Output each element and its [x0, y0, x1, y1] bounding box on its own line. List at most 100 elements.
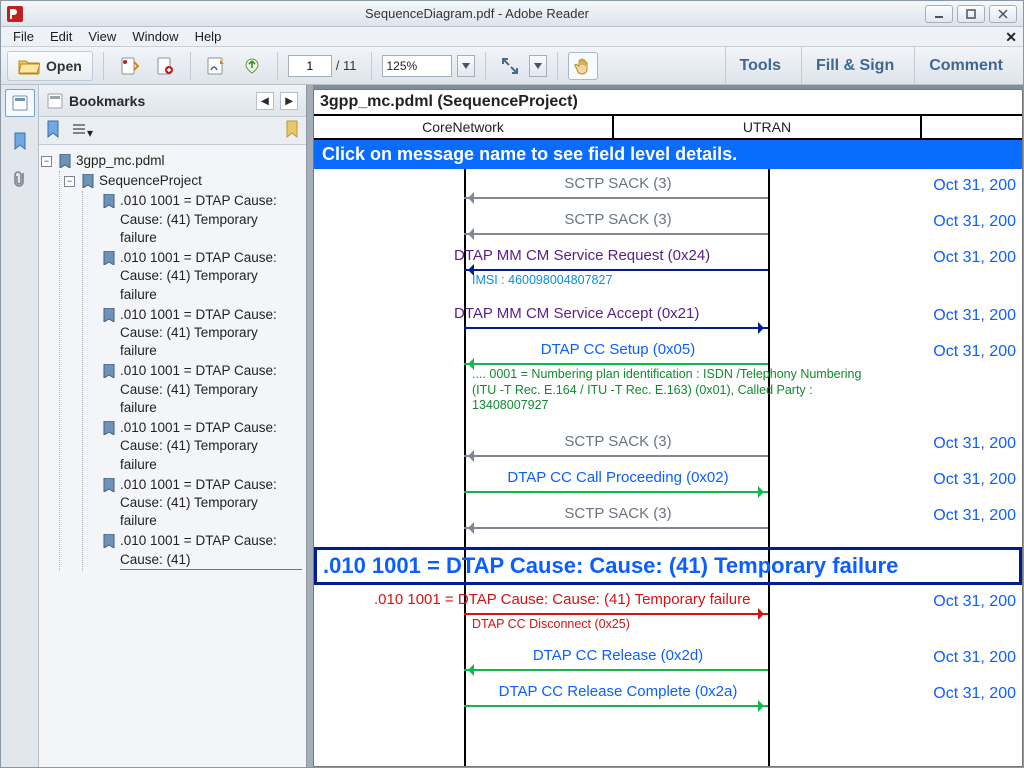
message-label[interactable]: DTAP CC Setup (0x05) — [474, 341, 762, 358]
minimize-button[interactable] — [925, 5, 953, 23]
document-viewport[interactable]: 3gpp_mc.pdml (SequenceProject) CoreNetwo… — [313, 85, 1023, 767]
fit-dropdown-button[interactable] — [529, 55, 547, 77]
bookmark-icon — [102, 364, 116, 378]
bookmark-settings-icon[interactable]: ▾ — [71, 121, 93, 140]
bookmarks-rail-button[interactable] — [5, 127, 35, 155]
sequence-area: SCTP SACK (3) Oct 31, 200 SCTP SACK (3) Oct… — [314, 169, 1022, 766]
tools-pane-button[interactable]: Tools — [725, 47, 795, 85]
message-timestamp: Oct 31, 200 — [933, 685, 1016, 703]
zoom-dropdown-button[interactable] — [457, 55, 475, 77]
export-pdf-button[interactable] — [114, 52, 144, 80]
menu-edit[interactable]: Edit — [42, 27, 80, 46]
message-arrow — [464, 669, 768, 671]
open-button[interactable]: Open — [7, 51, 93, 81]
menu-help[interactable]: Help — [187, 27, 230, 46]
zoom-select[interactable]: 125% — [382, 55, 452, 77]
message-label[interactable]: SCTP SACK (3) — [474, 175, 762, 192]
message-arrow — [464, 327, 768, 329]
adobe-reader-icon — [7, 6, 23, 22]
info-banner: Click on message name to see field level… — [314, 140, 1022, 169]
separator — [485, 52, 486, 80]
fit-page-button[interactable] — [496, 52, 524, 80]
titlebar: SequenceDiagram.pdf - Adobe Reader — [1, 1, 1023, 27]
message-label[interactable]: SCTP SACK (3) — [474, 211, 762, 228]
bookmark-icon — [102, 478, 116, 492]
message-label[interactable]: DTAP CC Release Complete (0x2a) — [474, 683, 762, 700]
bookmark-icon — [102, 251, 116, 265]
message-arrow — [464, 269, 768, 271]
pdf-page: 3gpp_mc.pdml (SequenceProject) CoreNetwo… — [313, 89, 1023, 767]
bookmarks-tree[interactable]: − 3gpp_mc.pdml − SequenceProject — [39, 145, 306, 767]
bookmark-icon — [102, 308, 116, 322]
attachments-rail-button[interactable] — [5, 165, 35, 193]
message-arrow — [464, 455, 768, 457]
bookmarks-icon — [47, 93, 63, 109]
bookmark-icon — [102, 421, 116, 435]
page-number-input[interactable] — [288, 55, 332, 77]
message-label[interactable]: DTAP MM CM Service Request (0x24) — [454, 247, 762, 264]
message-label[interactable]: SCTP SACK (3) — [474, 433, 762, 450]
tree-project-label[interactable]: SequenceProject — [99, 172, 202, 190]
message-timestamp: Oct 31, 200 — [933, 307, 1016, 325]
bookmarks-header: Bookmarks ◂ ▸ — [39, 85, 306, 117]
expand-toggle[interactable]: − — [41, 156, 52, 167]
bookmark-icon — [102, 194, 116, 208]
tree-leaf-label[interactable]: .010 1001 = DTAP Cause: Cause: (41) Temp… — [120, 249, 302, 304]
maximize-button[interactable] — [957, 5, 985, 23]
panel-collapse-button[interactable]: ▸ — [280, 92, 298, 110]
share-button[interactable] — [237, 52, 267, 80]
message-timestamp: Oct 31, 200 — [933, 435, 1016, 453]
hand-tool-button[interactable] — [568, 52, 598, 80]
tree-leaf-label[interactable]: .010 1001 = DTAP Cause: Cause: (41) Temp… — [120, 192, 302, 247]
tree-leaf-label[interactable]: .010 1001 = DTAP Cause: Cause: (41) Temp… — [120, 476, 302, 531]
lane-utran: UTRAN — [614, 116, 922, 138]
bookmark-find-icon[interactable] — [284, 120, 300, 141]
sign-button[interactable] — [201, 52, 231, 80]
message-label[interactable]: DTAP CC Release (0x2d) — [474, 647, 762, 664]
bookmark-icon — [58, 154, 72, 168]
lane-core: CoreNetwork — [314, 116, 614, 138]
message-timestamp: Oct 31, 200 — [933, 593, 1016, 611]
message-timestamp: Oct 31, 200 — [933, 507, 1016, 525]
message-label[interactable]: SCTP SACK (3) — [474, 505, 762, 522]
close-button[interactable] — [989, 5, 1017, 23]
separator — [277, 52, 278, 80]
message-timestamp: Oct 31, 200 — [933, 213, 1016, 231]
separator — [371, 52, 372, 80]
highlight-banner: .010 1001 = DTAP Cause: Cause: (41) Temp… — [314, 547, 1022, 585]
separator — [190, 52, 191, 80]
tree-leaf-label[interactable]: .010 1001 = DTAP Cause: Cause: (41) Temp… — [120, 362, 302, 417]
separator — [557, 52, 558, 80]
bookmarks-title: Bookmarks — [69, 93, 145, 109]
message-detail: IMSI : 460098004807827 — [472, 273, 882, 289]
thumbnails-rail-button[interactable] — [5, 89, 35, 117]
menu-window[interactable]: Window — [124, 27, 186, 46]
document-close-button[interactable]: ✕ — [1005, 29, 1017, 46]
fill-sign-pane-button[interactable]: Fill & Sign — [801, 47, 908, 85]
message-label[interactable]: .010 1001 = DTAP Cause: Cause: (41) Temp… — [374, 591, 902, 608]
panel-prev-button[interactable]: ◂ — [256, 92, 274, 110]
menu-file[interactable]: File — [5, 27, 42, 46]
message-label[interactable]: DTAP CC Call Proceeding (0x02) — [474, 469, 762, 486]
message-timestamp: Oct 31, 200 — [933, 471, 1016, 489]
message-timestamp: Oct 31, 200 — [933, 343, 1016, 361]
tree-leaf-label[interactable]: .010 1001 = DTAP Cause: Cause: (41) Temp… — [120, 306, 302, 361]
message-timestamp: Oct 31, 200 — [933, 649, 1016, 667]
bookmark-options-icon[interactable] — [45, 120, 61, 141]
message-label[interactable]: DTAP MM CM Service Accept (0x21) — [454, 305, 762, 322]
create-pdf-button[interactable] — [150, 52, 180, 80]
message-arrow — [464, 197, 768, 199]
lane-trailing — [922, 116, 1022, 138]
menu-view[interactable]: View — [80, 27, 124, 46]
tree-leaf-label[interactable]: .010 1001 = DTAP Cause: Cause: (41) Temp… — [120, 419, 302, 474]
navigation-rail — [1, 85, 39, 767]
tree-leaf-label[interactable]: .010 1001 = DTAP Cause: Cause: (41) — [120, 532, 302, 569]
zoom-value: 125% — [387, 59, 418, 73]
folder-open-icon — [18, 57, 40, 75]
expand-toggle[interactable]: − — [64, 176, 75, 187]
app-window: SequenceDiagram.pdf - Adobe Reader File … — [0, 0, 1024, 768]
open-label: Open — [46, 58, 82, 74]
comment-pane-button[interactable]: Comment — [914, 47, 1017, 85]
bookmark-icon — [102, 534, 116, 548]
tree-root-label[interactable]: 3gpp_mc.pdml — [76, 152, 165, 170]
